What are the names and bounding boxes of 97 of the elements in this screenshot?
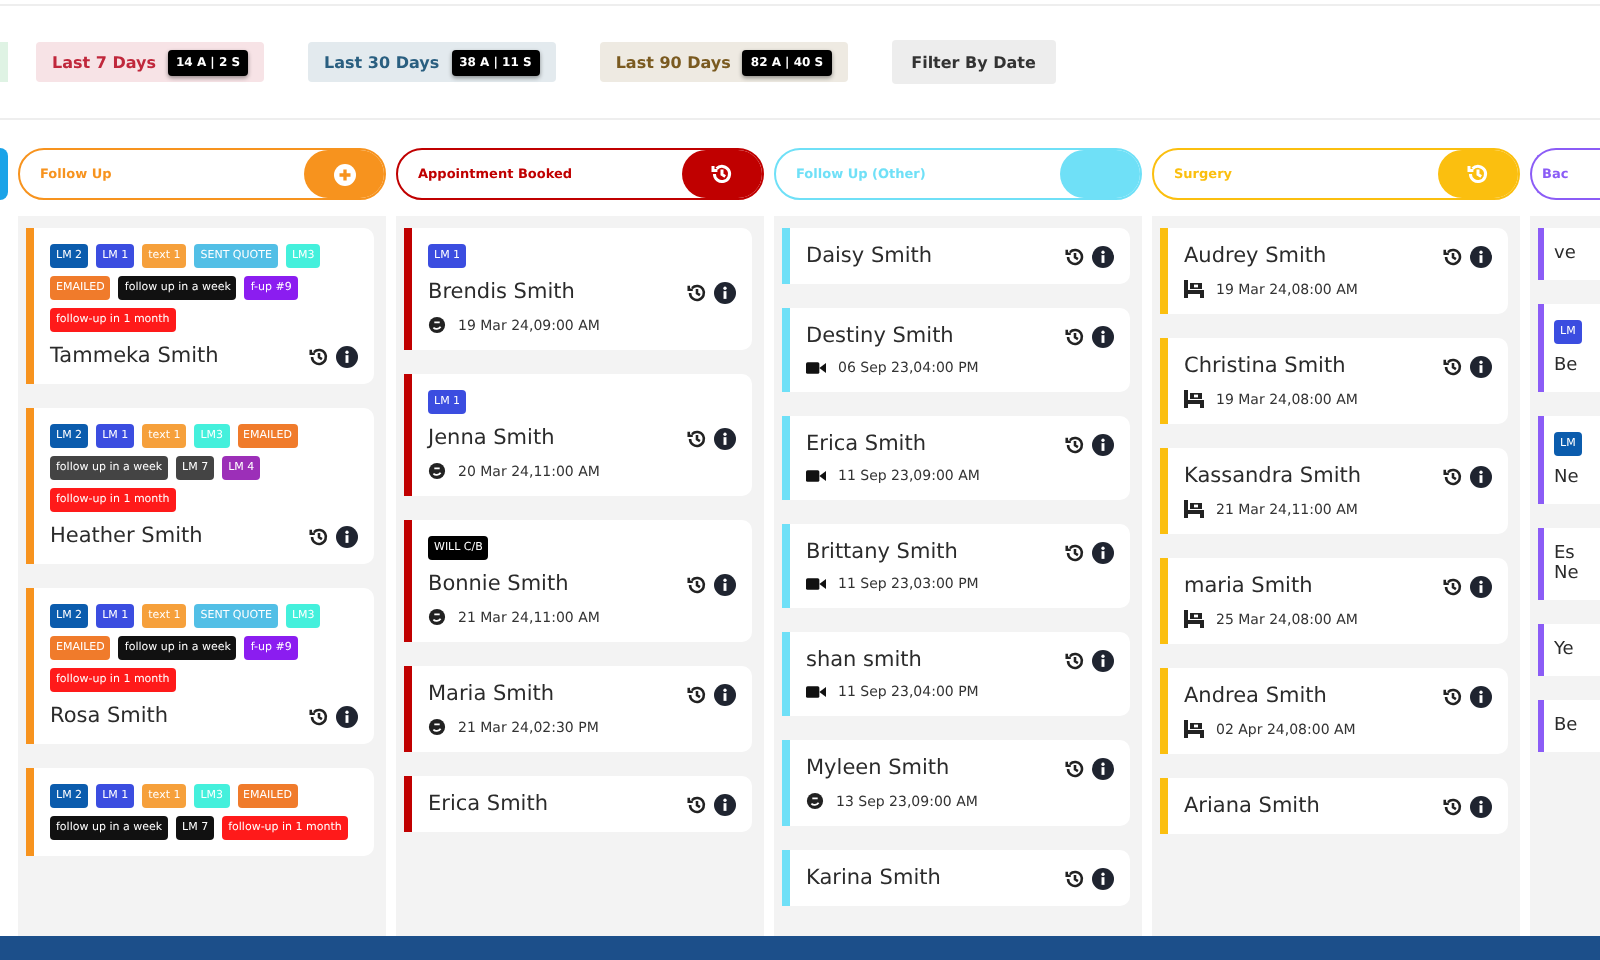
contact-name: Andrea Smith [1184, 684, 1327, 708]
contact-name: Maria Smith [428, 682, 555, 706]
bed-icon [1184, 280, 1204, 298]
info-icon[interactable] [336, 345, 358, 367]
info-icon[interactable] [336, 525, 358, 547]
history-icon[interactable] [1064, 649, 1086, 671]
info-icon[interactable] [714, 281, 736, 303]
info-icon[interactable] [1092, 541, 1114, 563]
info-icon[interactable] [1092, 867, 1114, 889]
chat-icon [428, 462, 446, 480]
bed-icon [1184, 500, 1204, 518]
contact-name: Erica Smith [428, 792, 548, 816]
history-icon[interactable] [686, 427, 708, 449]
column-header-edge [0, 148, 8, 200]
lead-card[interactable]: Daisy Smith [782, 228, 1130, 284]
filter-label: Last 90 Days [615, 53, 731, 71]
chat-icon [428, 316, 446, 334]
contact-name: maria Smith [1184, 574, 1313, 598]
contact-name: Ariana Smith [1184, 794, 1320, 818]
info-icon[interactable] [714, 793, 736, 815]
contact-name: Tammeka Smith [50, 344, 219, 368]
info-icon[interactable] [1470, 245, 1492, 267]
video-camera-icon [806, 468, 826, 484]
contact-name: Destiny Smith [806, 324, 954, 348]
contact-name: Kassandra Smith [1184, 464, 1362, 488]
history-icon[interactable] [1442, 575, 1464, 597]
contact-name: Myleen Smith [806, 756, 950, 780]
history-icon[interactable] [686, 281, 708, 303]
chat-icon [428, 718, 446, 736]
history-icon[interactable] [1442, 245, 1464, 267]
lead-card[interactable]: Erica Smith [404, 776, 752, 832]
video-camera-icon [806, 576, 826, 592]
info-icon[interactable] [1470, 795, 1492, 817]
lead-card[interactable]: Es Ne [1538, 528, 1600, 600]
info-icon[interactable] [1470, 355, 1492, 377]
history-icon[interactable] [686, 793, 708, 815]
contact-name: Karina Smith [806, 866, 941, 890]
info-icon[interactable] [714, 573, 736, 595]
info-icon[interactable] [1092, 433, 1114, 455]
video-camera-icon [806, 360, 826, 376]
history-icon[interactable] [308, 705, 330, 727]
contact-name: Daisy Smith [806, 244, 933, 268]
info-icon[interactable] [1092, 325, 1114, 347]
lead-card[interactable]: ve [1538, 228, 1600, 280]
info-icon[interactable] [1470, 685, 1492, 707]
contact-name: Bonnie Smith [428, 572, 569, 596]
contact-name: Rosa Smith [50, 704, 169, 728]
history-icon[interactable] [1064, 245, 1086, 267]
filter-label: Last 30 Days [324, 53, 440, 71]
info-icon[interactable] [1092, 757, 1114, 779]
contact-name: Christina Smith [1184, 354, 1346, 378]
lead-card[interactable]: Be [1538, 700, 1600, 752]
filter-by-date-button[interactable]: Filter By Date [891, 40, 1056, 84]
contact-name: Jenna Smith [428, 426, 555, 450]
filter-label: Last 7 Days [52, 53, 156, 71]
history-icon[interactable] [1064, 541, 1086, 563]
history-icon[interactable] [1442, 685, 1464, 707]
contact-name: Audrey Smith [1184, 244, 1327, 268]
video-camera-icon [806, 684, 826, 700]
contact-name: shan smith [806, 648, 922, 672]
lead-card[interactable]: Ariana Smith [1160, 778, 1508, 834]
lead-card[interactable]: Karina Smith [782, 850, 1130, 906]
contact-name: Brittany Smith [806, 540, 958, 564]
history-icon[interactable] [686, 573, 708, 595]
history-icon[interactable] [1442, 795, 1464, 817]
info-icon[interactable] [714, 683, 736, 705]
chat-icon [428, 608, 446, 626]
history-icon[interactable] [308, 345, 330, 367]
bed-icon [1184, 720, 1204, 738]
history-icon[interactable] [1064, 433, 1086, 455]
history-icon[interactable] [1442, 355, 1464, 377]
lead-card[interactable]: Ye [1538, 624, 1600, 676]
info-icon[interactable] [1092, 649, 1114, 671]
info-icon[interactable] [1092, 245, 1114, 267]
info-icon[interactable] [1470, 575, 1492, 597]
info-icon[interactable] [714, 427, 736, 449]
history-icon[interactable] [686, 683, 708, 705]
bed-icon [1184, 390, 1204, 408]
contact-name: ve [1554, 244, 1576, 264]
history-icon[interactable] [1064, 867, 1086, 889]
chat-icon [806, 792, 824, 810]
contact-name: Heather Smith [50, 524, 203, 548]
history-icon[interactable] [1064, 757, 1086, 779]
contact-name: Brendis Smith [428, 280, 575, 304]
contact-name: Be [1554, 356, 1578, 376]
contact-name: Es Ne [1554, 544, 1581, 584]
filter-chip-edge [0, 42, 8, 82]
history-icon[interactable] [308, 525, 330, 547]
history-icon[interactable] [1442, 465, 1464, 487]
history-icon[interactable] [1064, 325, 1086, 347]
bed-icon [1184, 610, 1204, 628]
info-icon[interactable] [336, 705, 358, 727]
contact-name: Be [1554, 716, 1578, 736]
contact-name: Ye [1554, 640, 1574, 660]
contact-name: Ne [1554, 468, 1579, 488]
contact-name: Erica Smith [806, 432, 926, 456]
info-icon[interactable] [1470, 465, 1492, 487]
